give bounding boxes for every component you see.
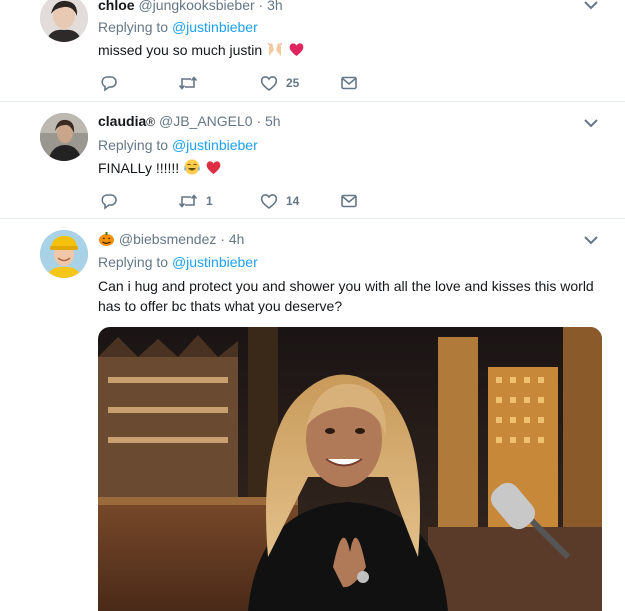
- heart-emoji: [206, 161, 221, 174]
- reply-button[interactable]: [100, 192, 118, 210]
- mention-link[interactable]: @justinbieber: [172, 19, 258, 35]
- replying-to: Replying to @justinbieber: [98, 254, 258, 270]
- chevron-down-icon[interactable]: [584, 0, 598, 10]
- like-count: 25: [286, 76, 300, 90]
- avatar[interactable]: [40, 113, 88, 161]
- dm-button[interactable]: [340, 192, 358, 210]
- tweet-header: @biebsmendez · 4h: [98, 230, 244, 247]
- tweet-actions: 1 14: [98, 192, 378, 212]
- mention-link[interactable]: @justinbieber: [172, 254, 258, 270]
- tweet-text: FINALLy !!!!!!: [98, 158, 598, 178]
- user-handle[interactable]: @JB_ANGEL0: [159, 113, 253, 129]
- photo: [98, 327, 602, 611]
- user-handle[interactable]: @biebsmendez: [119, 231, 217, 247]
- tweet-header: chloe @jungkooksbieber · 3h: [98, 0, 283, 13]
- like-button[interactable]: 14: [260, 192, 299, 210]
- retweet-button[interactable]: 1: [178, 192, 213, 210]
- heart-emoji: [289, 43, 304, 56]
- tweet-2[interactable]: claudia® @JB_ANGEL0 · 5h Replying to @ju…: [0, 102, 625, 219]
- retweet-icon: [178, 76, 198, 90]
- tweet-text: missed you so much justin: [98, 40, 598, 60]
- like-count: 14: [286, 194, 300, 208]
- tweet-media-photo[interactable]: [98, 327, 602, 611]
- name-badge: ®: [146, 115, 156, 129]
- reply-button[interactable]: [100, 74, 118, 92]
- dm-icon: [341, 194, 357, 208]
- replying-to: Replying to @justinbieber: [98, 137, 258, 153]
- replying-to: Replying to @justinbieber: [98, 19, 258, 35]
- mention-link[interactable]: @justinbieber: [172, 137, 258, 153]
- reply-icon: [101, 76, 117, 92]
- chevron-down-icon[interactable]: [584, 118, 598, 128]
- like-button[interactable]: 25: [260, 74, 299, 92]
- timestamp[interactable]: · 3h: [259, 0, 283, 13]
- retweet-button[interactable]: [178, 74, 206, 92]
- pumpkin-icon: [99, 232, 114, 246]
- retweet-icon: [178, 194, 198, 208]
- display-name[interactable]: chloe: [98, 0, 135, 13]
- tweet-actions: 25: [98, 74, 378, 94]
- retweet-count: 1: [206, 194, 213, 208]
- avatar-image: [40, 230, 88, 278]
- avatar-image: [40, 0, 88, 42]
- raised-hands-emoji: [267, 42, 283, 56]
- tweet-text: Can i hug and protect you and shower you…: [98, 278, 594, 314]
- chevron-down-icon[interactable]: [584, 235, 598, 245]
- timestamp[interactable]: · 4h: [220, 231, 244, 247]
- dm-button[interactable]: [340, 74, 358, 92]
- tweet-1[interactable]: chloe @jungkooksbieber · 3h Replying to …: [0, 0, 625, 102]
- avatar[interactable]: [40, 230, 88, 278]
- avatar-image: [40, 113, 88, 161]
- tweet-header: claudia® @JB_ANGEL0 · 5h: [98, 113, 281, 129]
- like-icon: [260, 194, 278, 209]
- reply-icon: [101, 194, 117, 210]
- timestamp[interactable]: · 5h: [256, 113, 280, 129]
- user-handle[interactable]: @jungkooksbieber: [138, 0, 254, 13]
- display-name[interactable]: claudia: [98, 113, 146, 129]
- avatar[interactable]: [40, 0, 88, 42]
- dm-icon: [341, 76, 357, 90]
- tears-of-joy-emoji: [184, 159, 200, 175]
- like-icon: [260, 76, 278, 91]
